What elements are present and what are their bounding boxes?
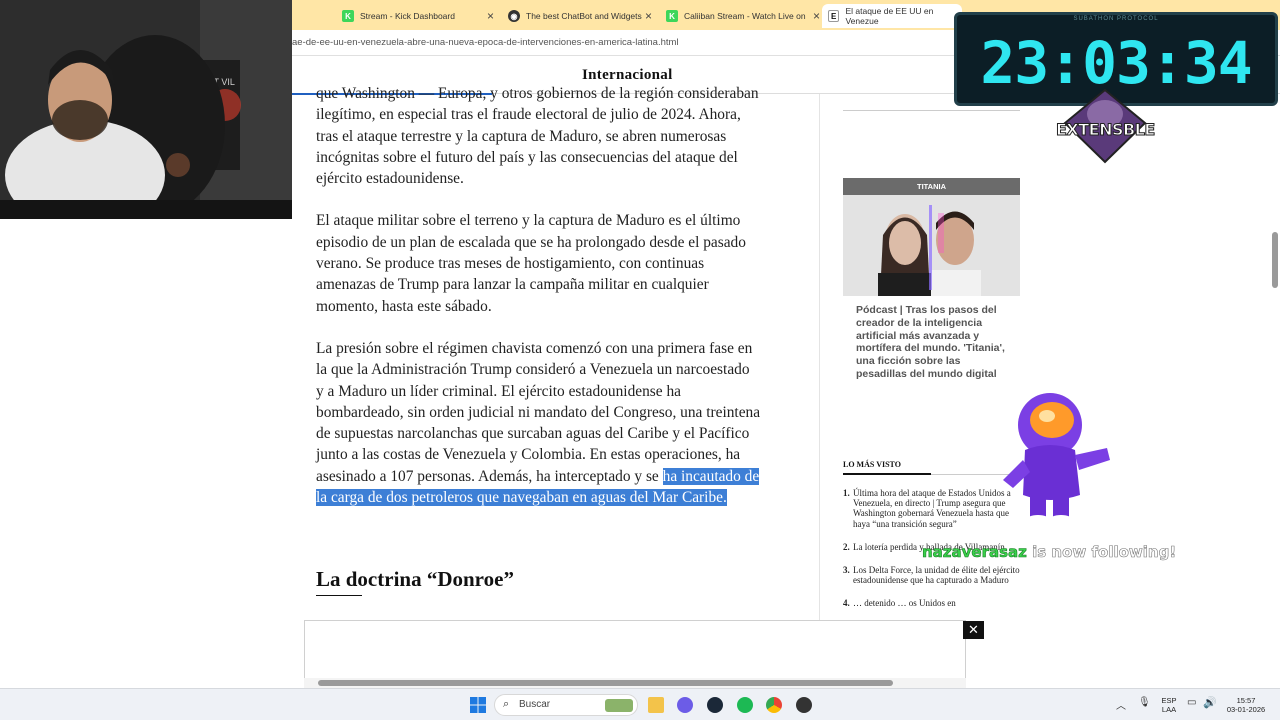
tray-chevron-icon[interactable]: ︿	[1116, 697, 1126, 712]
discord-icon[interactable]	[677, 697, 693, 713]
url-text[interactable]: ae-de-ee-uu-en-venezuela-abre-una-nueva-…	[292, 37, 679, 48]
windows-start-icon[interactable]	[470, 697, 486, 713]
elpais-icon: E	[828, 10, 840, 22]
obs-icon[interactable]	[796, 697, 812, 713]
tab-el-ataque[interactable]: E El ataque de EE UU en Venezue	[822, 4, 962, 28]
spotify-icon[interactable]	[737, 697, 753, 713]
network-icon[interactable]: ▭	[1187, 697, 1196, 708]
extensible-logo: EXTENSBLE	[1056, 120, 1156, 140]
most-viewed-title: LO MÁS VISTO	[843, 460, 901, 469]
close-icon[interactable]: ×	[813, 9, 820, 23]
article-body: que Washington — Europa, y otros gobiern…	[316, 83, 761, 529]
tab-chatbot[interactable]: ◉ The best ChatBot and Widgets ×	[508, 4, 658, 28]
article-subhead: La doctrina “Donroe”	[316, 567, 514, 591]
clock[interactable]: 15:57 03-01-2026	[1222, 696, 1270, 714]
vertical-scrollbar-thumb[interactable]	[1272, 232, 1278, 288]
scrollbar-thumb[interactable]	[318, 680, 893, 686]
tab-kick-dashboard[interactable]: K Stream - Kick Dashboard ×	[342, 4, 500, 28]
podcast-image	[843, 195, 1020, 296]
card-headline[interactable]: Pódcast | Tras los pasos del creador de …	[843, 296, 1020, 381]
list-item[interactable]: 3. Los Delta Force, la unidad de élite de…	[843, 565, 1021, 585]
timer-label: SUBATHON PROTOCOL	[1073, 16, 1159, 22]
most-viewed-rule	[843, 473, 931, 475]
chrome-icon[interactable]	[766, 697, 782, 713]
volume-icon[interactable]: 🔊	[1203, 696, 1217, 709]
promo-card[interactable]: TITANIA Pódcast | Tras los pasos del cre…	[843, 178, 1020, 381]
section-title[interactable]: Internacional	[582, 67, 673, 84]
steam-icon[interactable]	[707, 697, 723, 713]
webcam-feed: ESIDENT VIL	[0, 0, 292, 219]
tab-title: El ataque de EE UU en Venezue	[845, 6, 934, 26]
close-icon[interactable]: ×	[487, 9, 494, 23]
file-explorer-icon[interactable]	[648, 697, 664, 713]
kick-icon: K	[342, 10, 354, 22]
card-image[interactable]	[843, 195, 1020, 296]
tab-title: Stream - Kick Dashboard	[360, 11, 455, 21]
tab-title: Caliiban Stream - Watch Live on	[684, 11, 806, 21]
paragraph-text: La presión sobre el régimen chavista com…	[316, 339, 761, 485]
follow-alert: nazaverasaz is now following!	[922, 543, 1177, 562]
tab-caliiban-stream[interactable]: K Caliiban Stream - Watch Live on ×	[666, 4, 826, 28]
search-icon: ⌕	[503, 698, 510, 710]
article-paragraph-1: que Washington — Europa, y otros gobiern…	[316, 85, 759, 188]
microphone-icon[interactable]: 🎙	[1138, 697, 1151, 708]
webcam-image: ESIDENT VIL	[0, 0, 292, 219]
tab-title: The best ChatBot and Widgets	[526, 11, 642, 21]
column-divider	[819, 94, 820, 634]
timer-value: 23:03:34	[980, 29, 1252, 97]
chatbot-icon: ◉	[508, 10, 520, 22]
article-paragraph-3: La presión sobre el régimen chavista com…	[316, 338, 761, 508]
article-paragraph-2: El ataque militar sobre el terreno y la …	[316, 212, 746, 315]
close-icon[interactable]: ×	[645, 9, 652, 23]
language-indicator[interactable]: ESP LAA	[1158, 696, 1180, 714]
search-highlight-icon	[605, 699, 633, 712]
kick-icon: K	[666, 10, 678, 22]
sidebar-divider	[843, 110, 1020, 111]
subhead-rule	[316, 595, 362, 596]
taskbar-search[interactable]: ⌕ Buscar	[494, 694, 638, 716]
taskbar: ⌕ Buscar ︿ 🎙 ESP LAA ▭ 🔊 15:57 03-01-202…	[0, 688, 1280, 720]
astronaut-icon	[1003, 393, 1110, 525]
follow-username: nazaverasaz	[922, 543, 1028, 562]
close-ad-button[interactable]: ✕	[963, 621, 984, 639]
search-label: Buscar	[519, 699, 551, 710]
card-label: TITANIA	[843, 178, 1020, 195]
list-item[interactable]: 4.… detenido … os Unidos en	[843, 598, 1021, 608]
horizontal-scrollbar[interactable]	[304, 678, 966, 688]
follow-text: is now following!	[1026, 543, 1177, 562]
